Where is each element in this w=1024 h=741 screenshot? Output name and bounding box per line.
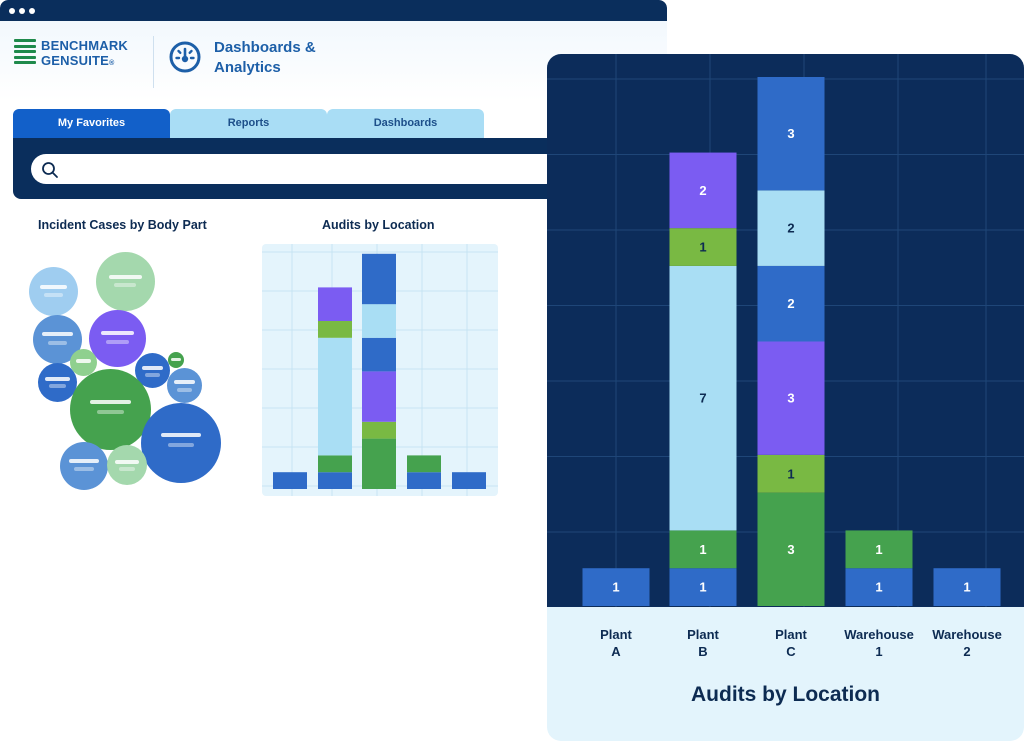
tab-reports[interactable]: Reports xyxy=(170,109,327,138)
chart-title: Audits by Location xyxy=(691,683,880,706)
data-label: 2 xyxy=(787,296,794,311)
mini-bar-segment xyxy=(318,321,352,338)
data-label: 1 xyxy=(787,466,794,481)
mini-bar-segment xyxy=(362,371,396,422)
data-label: 3 xyxy=(787,126,794,141)
data-label: 1 xyxy=(875,542,882,557)
bubble[interactable] xyxy=(141,403,221,483)
x-tick-label: Warehouse 2 xyxy=(932,627,1002,659)
window-dot[interactable] xyxy=(19,8,25,14)
mini-bar-chart[interactable] xyxy=(262,244,498,496)
mini-bar-segment xyxy=(362,304,396,338)
bubble[interactable] xyxy=(70,369,151,450)
chart-plot-area: 1 1 1 7 1 2 3 1 3 2 2 3 1 1 1 xyxy=(547,54,1024,607)
mini-bar-segment xyxy=(362,253,396,305)
data-label: 3 xyxy=(787,542,794,557)
header-divider xyxy=(153,36,154,88)
window-titlebar xyxy=(0,0,667,21)
logo-mark xyxy=(14,39,36,67)
mini-bar-segment xyxy=(407,472,441,489)
mini-bar-segment xyxy=(318,337,352,456)
logo-text: BENCHMARK GENSUITE® xyxy=(41,38,129,68)
data-label: 1 xyxy=(875,580,882,595)
window-dot[interactable] xyxy=(9,8,15,14)
search-input[interactable] xyxy=(31,154,561,184)
bubble[interactable] xyxy=(60,442,108,490)
bubble[interactable] xyxy=(168,352,184,368)
data-label: 1 xyxy=(963,580,970,595)
data-label: 2 xyxy=(787,221,794,236)
mini-bar-segment xyxy=(362,337,396,372)
data-label: 1 xyxy=(699,240,706,255)
mini-chart-svg xyxy=(262,244,498,496)
bubble[interactable] xyxy=(29,267,78,316)
mini-bar-segment xyxy=(452,472,486,489)
tab-my-favorites[interactable]: My Favorites xyxy=(13,109,170,138)
mini-chart-title: Audits by Location xyxy=(322,218,435,232)
mini-bar-segment xyxy=(318,472,352,489)
search-icon[interactable] xyxy=(41,161,59,179)
mini-bar-segment xyxy=(362,438,396,489)
app-title: Dashboards & Analytics xyxy=(214,39,316,76)
x-tick-label: Plant C xyxy=(775,627,807,659)
audits-chart-card: 1 1 1 7 1 2 3 1 3 2 2 3 1 1 1 Plant A Plant B Plant C War… xyxy=(547,54,1024,741)
data-label: 7 xyxy=(699,391,706,406)
data-label: 1 xyxy=(699,580,706,595)
bubble[interactable] xyxy=(89,310,146,367)
gauge-icon xyxy=(168,40,202,74)
mini-bar-segment xyxy=(362,421,396,439)
mini-bar-segment xyxy=(273,472,307,489)
bubble-chart-title: Incident Cases by Body Part xyxy=(38,218,207,232)
data-label: 1 xyxy=(699,542,706,557)
chart-svg: 1 1 1 7 1 2 3 1 3 2 2 3 1 1 1 xyxy=(547,54,1024,607)
window-dot[interactable] xyxy=(29,8,35,14)
bubble[interactable] xyxy=(96,252,155,311)
data-label: 1 xyxy=(612,580,619,595)
x-tick-label: Warehouse 1 xyxy=(844,627,914,659)
data-label: 3 xyxy=(787,391,794,406)
mini-bar-segment xyxy=(407,455,441,473)
mini-bar-segment xyxy=(318,287,352,321)
x-tick-label: Plant B xyxy=(687,627,719,659)
bubble[interactable] xyxy=(107,445,147,485)
search-band xyxy=(13,138,573,199)
x-tick-label: Plant A xyxy=(600,627,632,659)
bubble-chart[interactable] xyxy=(20,245,230,495)
data-label: 2 xyxy=(699,183,706,198)
mini-bar-segment xyxy=(318,455,352,473)
bubble[interactable] xyxy=(167,368,202,403)
benchmark-gensuite-logo[interactable]: BENCHMARK GENSUITE® xyxy=(14,38,154,70)
tab-dashboards[interactable]: Dashboards xyxy=(327,109,484,138)
